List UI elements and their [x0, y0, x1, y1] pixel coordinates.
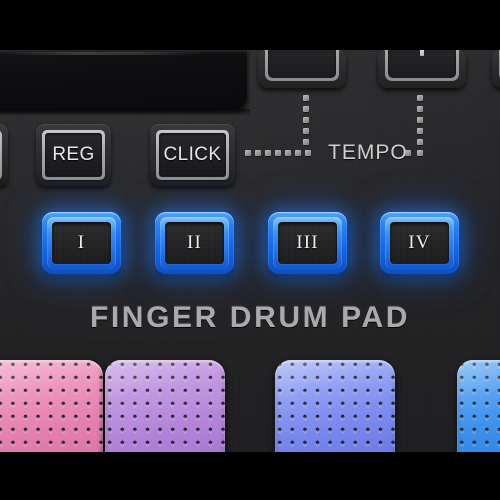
tempo-trace-dot-h-left	[295, 150, 301, 156]
tempo-trace-dot-h-left	[275, 150, 281, 156]
part-button-3-label: III	[296, 232, 319, 253]
tempo-trace-dot-h-left	[245, 150, 251, 156]
top-button-1[interactable]	[258, 24, 346, 88]
reg-button[interactable]: REG	[36, 124, 111, 186]
bezel-drop-shadow	[0, 109, 250, 116]
crop-band-top	[0, 0, 500, 50]
part-button-4-label: IV	[408, 232, 431, 253]
click-button[interactable]: CLICK	[150, 124, 235, 186]
tempo-trace-dot-v-second	[417, 128, 423, 134]
tempo-trace-dot-v-second	[417, 139, 423, 145]
top-button-2[interactable]	[378, 24, 466, 88]
device-panel-screenshot: REG CLICK TEMPO I II III IV FINGER DRUM …	[0, 0, 500, 500]
bezel-highlight	[0, 52, 200, 55]
tempo-trace-dot-h-left	[265, 150, 271, 156]
tempo-trace-dot-v-first	[303, 128, 309, 134]
tempo-trace-dot-v-first	[303, 139, 309, 145]
tempo-trace-dot-v-first	[303, 95, 309, 101]
part-button-4[interactable]: IV	[380, 212, 459, 274]
finger-drum-pad-legend: FINGER DRUM PAD	[89, 301, 411, 334]
part-button-2[interactable]: II	[155, 212, 234, 274]
part-button-1-label: I	[77, 232, 86, 253]
tempo-trace-dot-v-second	[417, 117, 423, 123]
left-edge-button-ring	[0, 130, 2, 180]
part-button-1[interactable]: I	[42, 212, 121, 274]
tempo-trace-dot-v-first	[303, 106, 309, 112]
tempo-trace-dot-v-second	[417, 106, 423, 112]
reg-button-label: REG	[52, 144, 95, 165]
part-button-3[interactable]: III	[268, 212, 347, 274]
tempo-label: TEMPO	[328, 141, 408, 164]
tempo-trace-dot-h-left	[285, 150, 291, 156]
tempo-trace-dot-h-left	[305, 150, 311, 156]
tempo-trace-dot-h-left	[255, 150, 261, 156]
tempo-trace-dot-v-first	[303, 117, 309, 123]
click-button-label: CLICK	[163, 144, 222, 165]
tempo-trace-dot-h-right	[417, 150, 423, 156]
left-edge-button[interactable]	[0, 124, 8, 186]
top-button-3[interactable]	[492, 24, 500, 88]
tempo-trace-dot-v-second	[417, 95, 423, 101]
crop-band-bottom	[0, 452, 500, 500]
part-button-2-label: II	[186, 232, 203, 253]
display-bezel[interactable]	[0, 50, 248, 111]
